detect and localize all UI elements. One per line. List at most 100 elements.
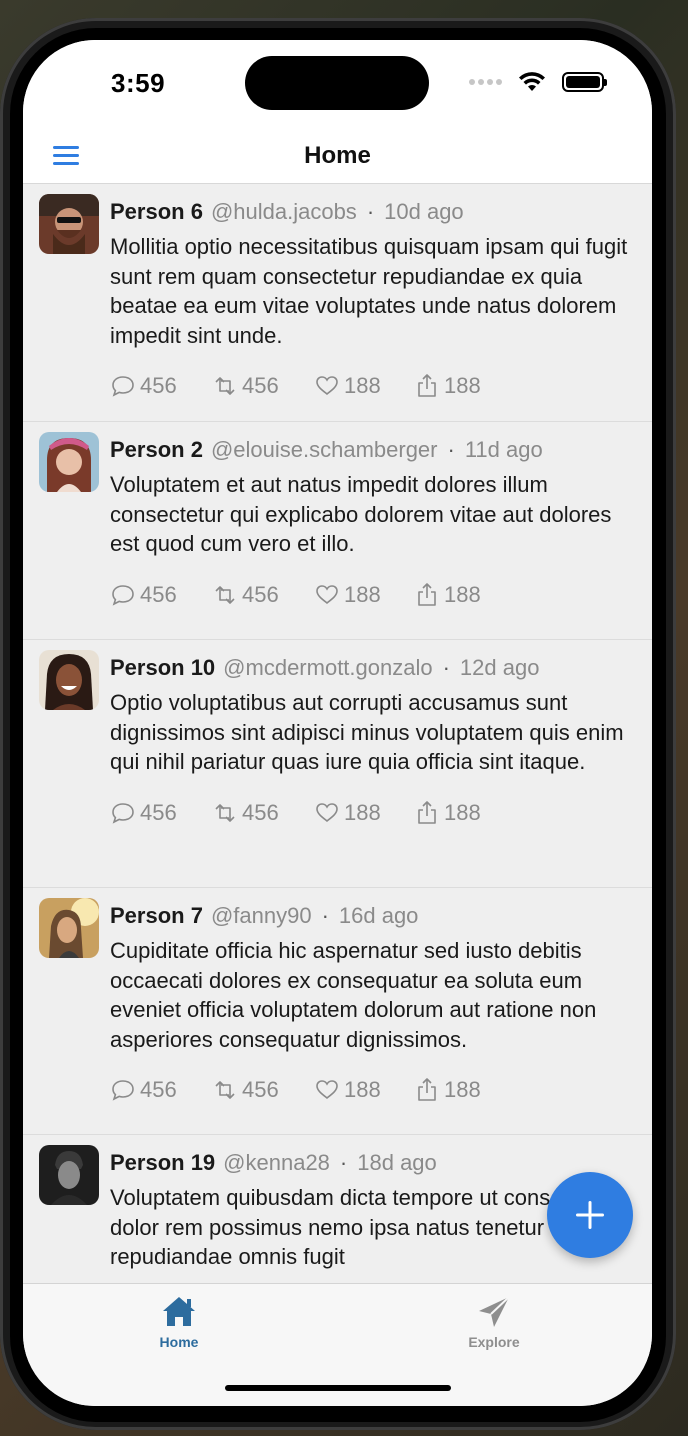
feed[interactable]: Person 6 @hulda.jacobs · 10d ago Mollitia o… [23, 184, 652, 1283]
share-count: 188 [444, 373, 481, 398]
post-separator: · [447, 437, 455, 462]
reply-button[interactable]: 456 [110, 582, 212, 608]
like-count: 188 [344, 373, 381, 398]
share-button[interactable]: 188 [414, 1077, 481, 1103]
tab-home-label: Home [159, 1334, 199, 1350]
share-icon [418, 1078, 436, 1101]
post-author-name[interactable]: Person 19 [110, 1150, 215, 1175]
tab-home[interactable]: Home [134, 1294, 224, 1350]
share-icon [418, 374, 436, 397]
like-button[interactable]: 188 [314, 582, 414, 608]
reply-count: 456 [140, 1077, 177, 1102]
dynamic-island [245, 56, 429, 110]
like-count: 188 [344, 581, 381, 607]
nav-bar: Home [23, 130, 652, 184]
post-timestamp: 11d ago [464, 437, 543, 462]
reply-button[interactable]: 456 [110, 373, 212, 399]
post-timestamp: 10d ago [384, 199, 464, 224]
app-screen: 3:59 Home Person 6 @hulda.jacobs · 10d a… [23, 40, 652, 1406]
heart-icon [316, 1080, 338, 1100]
avatar[interactable] [39, 650, 99, 710]
retweet-button[interactable]: 456 [212, 1077, 314, 1103]
share-button[interactable]: 188 [414, 582, 481, 608]
post-separator: · [442, 655, 450, 680]
retweet-count: 456 [242, 799, 279, 825]
post-author-handle[interactable]: @mcdermott.gonzalo [223, 655, 432, 680]
share-icon [418, 800, 436, 824]
share-count: 188 [444, 581, 481, 607]
post-actions: 456 456 188 188 [110, 797, 636, 829]
retweet-count: 456 [242, 373, 279, 398]
post-timestamp: 12d ago [459, 655, 540, 680]
post-separator: · [339, 1150, 348, 1175]
retweet-count: 456 [242, 581, 279, 607]
like-button[interactable]: 188 [314, 1077, 414, 1103]
like-button[interactable]: 188 [314, 373, 414, 399]
page-title: Home [304, 142, 371, 169]
post-timestamp: 16d ago [338, 903, 419, 928]
post-author-handle[interactable]: @hulda.jacobs [211, 199, 357, 224]
status-bar: 3:59 [23, 40, 652, 130]
tab-explore[interactable]: Explore [449, 1294, 539, 1350]
status-icons [469, 70, 607, 94]
post-body: Mollitia optio necessitatibus quisquam i… [110, 234, 628, 348]
post-author-handle[interactable]: @elouise.schamberger [211, 437, 438, 462]
paper-plane-icon [479, 1296, 510, 1327]
speech-bubble-icon [112, 802, 134, 824]
post-body: Optio voluptatibus aut corrupti accusamu… [110, 690, 624, 774]
post-body: Voluptatem et aut natus impedit dolores … [110, 472, 612, 556]
reply-count: 456 [140, 581, 177, 607]
avatar[interactable] [39, 898, 99, 958]
share-count: 188 [444, 799, 481, 825]
speech-bubble-icon [112, 584, 134, 606]
retweet-button[interactable]: 456 [212, 800, 314, 826]
retweet-icon [215, 585, 235, 604]
post-author-name[interactable]: Person 2 [110, 437, 203, 462]
compose-button[interactable] [547, 1172, 633, 1258]
post[interactable]: Person 7 @fanny90 · 16d ago Cupiditate offi… [23, 888, 652, 1135]
reply-count: 456 [140, 799, 177, 825]
avatar[interactable] [39, 432, 99, 492]
post[interactable]: Person 6 @hulda.jacobs · 10d ago Mollitia o… [23, 184, 652, 422]
heart-icon [316, 584, 338, 604]
retweet-icon [215, 377, 235, 395]
post-actions: 456 456 188 188 [110, 370, 636, 402]
speech-bubble-icon [112, 1080, 134, 1101]
reply-count: 456 [140, 373, 177, 398]
battery-icon [562, 72, 607, 92]
retweet-icon [215, 803, 235, 822]
retweet-button[interactable]: 456 [212, 582, 314, 608]
cellular-signal-icon [469, 79, 502, 85]
post-body: Cupiditate officia hic aspernatur sed iu… [110, 938, 597, 1052]
post[interactable]: Person 2 @elouise.schamberger · 11d ago Vol… [23, 422, 652, 640]
like-count: 188 [344, 799, 381, 825]
post-author-name[interactable]: Person 10 [110, 655, 215, 680]
share-icon [418, 582, 436, 606]
status-time: 3:59 [111, 68, 166, 98]
retweet-icon [215, 1081, 235, 1099]
reply-button[interactable]: 456 [110, 1077, 212, 1103]
share-count: 188 [444, 1077, 481, 1102]
post-author-handle[interactable]: @fanny90 [211, 903, 312, 928]
wifi-icon [519, 72, 545, 91]
post-author-handle[interactable]: @kenna28 [223, 1150, 330, 1175]
post-author-name[interactable]: Person 7 [110, 903, 203, 928]
share-button[interactable]: 188 [414, 373, 481, 399]
share-button[interactable]: 188 [414, 800, 481, 826]
like-button[interactable]: 188 [314, 800, 414, 826]
like-count: 188 [344, 1077, 381, 1102]
reply-button[interactable]: 456 [110, 800, 212, 826]
avatar[interactable] [39, 1145, 99, 1205]
post-separator: · [321, 903, 329, 928]
retweet-button[interactable]: 456 [212, 373, 314, 399]
home-indicator[interactable] [225, 1385, 451, 1391]
speech-bubble-icon [112, 376, 134, 397]
tab-explore-label: Explore [468, 1334, 520, 1350]
retweet-count: 456 [242, 1077, 279, 1102]
heart-icon [316, 802, 338, 822]
post-author-name[interactable]: Person 6 [110, 199, 203, 224]
post-actions: 456 456 188 188 [110, 579, 636, 611]
post-separator: · [366, 199, 375, 224]
avatar[interactable] [39, 194, 99, 254]
post[interactable]: Person 10 @mcdermott.gonzalo · 12d ago Opti… [23, 640, 652, 888]
